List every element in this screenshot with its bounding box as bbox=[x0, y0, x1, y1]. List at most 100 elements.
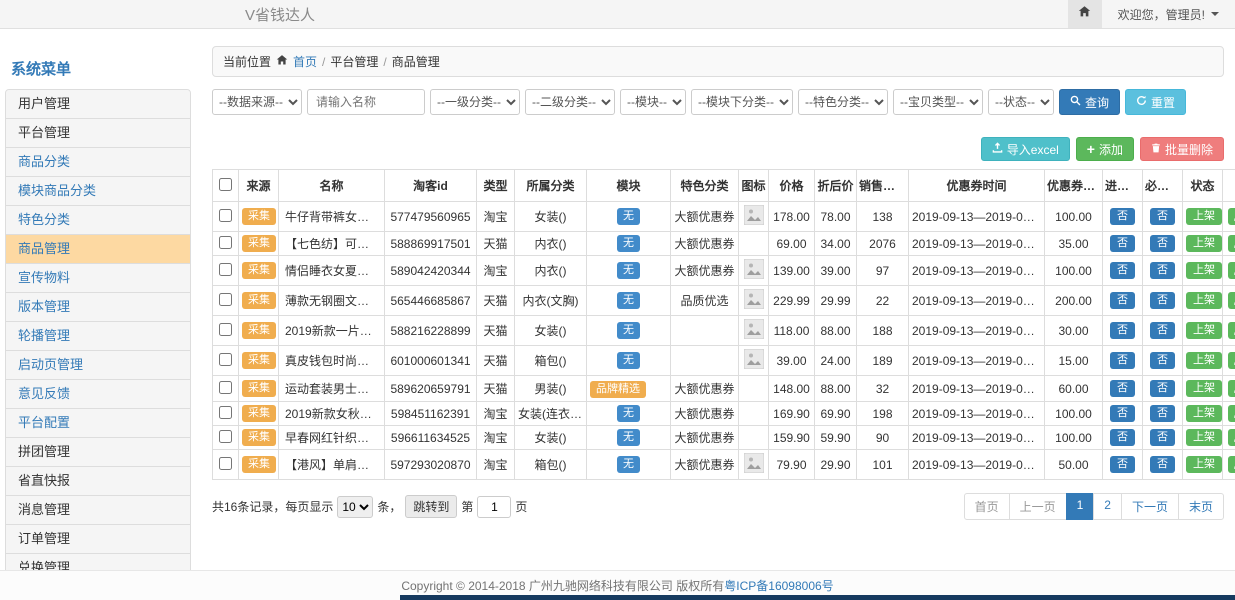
must-buy-toggle[interactable]: 否 bbox=[1150, 208, 1175, 225]
filter-select[interactable]: --宝贝类型-- bbox=[893, 89, 983, 115]
user-menu[interactable]: 欢迎您，管理员! bbox=[1102, 0, 1235, 28]
import-select-toggle[interactable]: 否 bbox=[1110, 352, 1135, 369]
edit-button[interactable] bbox=[1228, 208, 1235, 225]
must-buy-toggle[interactable]: 否 bbox=[1150, 429, 1175, 446]
sidebar-subitem-promo-materials[interactable]: 宣传物料 bbox=[6, 264, 190, 293]
name-search-input[interactable] bbox=[307, 89, 425, 115]
import-select-toggle[interactable]: 否 bbox=[1110, 235, 1135, 252]
must-buy-toggle[interactable]: 否 bbox=[1150, 235, 1175, 252]
page-first-button[interactable]: 首页 bbox=[964, 493, 1010, 520]
sidebar-item-group-buy-mgmt[interactable]: 拼团管理 bbox=[6, 438, 190, 467]
filter-select[interactable]: --一级分类-- bbox=[430, 89, 520, 115]
import-select-toggle[interactable]: 否 bbox=[1110, 208, 1135, 225]
sidebar-item-express-report[interactable]: 省直快报 bbox=[6, 467, 190, 496]
sidebar-item-platform-mgmt[interactable]: 平台管理 bbox=[6, 119, 190, 148]
sidebar-item-message-mgmt[interactable]: 消息管理 bbox=[6, 496, 190, 525]
batch-delete-button[interactable]: 批量删除 bbox=[1140, 137, 1224, 161]
must-buy-toggle[interactable]: 否 bbox=[1150, 262, 1175, 279]
status-button[interactable]: 上架 bbox=[1186, 322, 1222, 339]
sidebar-item-order-mgmt[interactable]: 订单管理 bbox=[6, 525, 190, 554]
edit-button[interactable] bbox=[1228, 352, 1235, 369]
icp-link[interactable]: 粤ICP备16098006号 bbox=[724, 577, 833, 594]
filter-select[interactable]: --状态-- bbox=[988, 89, 1054, 115]
search-button[interactable]: 查询 bbox=[1059, 89, 1120, 115]
sidebar-subitem-carousel-mgmt[interactable]: 轮播管理 bbox=[6, 322, 190, 351]
sidebar-subitem-goods-mgmt[interactable]: 商品管理 bbox=[6, 235, 190, 264]
row-checkbox[interactable] bbox=[219, 406, 232, 419]
row-checkbox[interactable] bbox=[219, 430, 232, 443]
row-checkbox[interactable] bbox=[219, 236, 232, 249]
must-buy-toggle[interactable]: 否 bbox=[1150, 322, 1175, 339]
status-button[interactable]: 上架 bbox=[1186, 235, 1222, 252]
page-1-button[interactable]: 1 bbox=[1066, 493, 1095, 520]
ops-cell bbox=[1223, 316, 1235, 346]
row-checkbox[interactable] bbox=[219, 323, 232, 336]
edit-button[interactable] bbox=[1228, 429, 1235, 446]
status-button[interactable]: 上架 bbox=[1186, 352, 1222, 369]
import-select-cell: 否 bbox=[1103, 426, 1143, 450]
edit-button[interactable] bbox=[1228, 292, 1235, 309]
must-buy-toggle[interactable]: 否 bbox=[1150, 456, 1175, 473]
sidebar-subitem-feature-category[interactable]: 特色分类 bbox=[6, 206, 190, 235]
status-button[interactable]: 上架 bbox=[1186, 456, 1222, 473]
page-size-select[interactable]: 10 bbox=[337, 496, 373, 518]
status-button[interactable]: 上架 bbox=[1186, 208, 1222, 225]
sidebar-subitem-platform-config[interactable]: 平台配置 bbox=[6, 409, 190, 438]
row-checkbox[interactable] bbox=[219, 457, 232, 470]
import-excel-button[interactable]: 导入excel bbox=[981, 137, 1070, 161]
sidebar-subitem-version-mgmt[interactable]: 版本管理 bbox=[6, 293, 190, 322]
edit-button[interactable] bbox=[1228, 235, 1235, 252]
row-checkbox[interactable] bbox=[219, 209, 232, 222]
add-button[interactable]: + 添加 bbox=[1076, 137, 1134, 161]
edit-button[interactable] bbox=[1228, 405, 1235, 422]
filter-select[interactable]: --特色分类-- bbox=[798, 89, 888, 115]
sidebar-item-exchange-mgmt[interactable]: 兑换管理 bbox=[6, 554, 190, 570]
page-2-button[interactable]: 2 bbox=[1093, 493, 1122, 520]
sidebar-subitem-goods-category[interactable]: 商品分类 bbox=[6, 148, 190, 177]
ops-cell bbox=[1223, 450, 1235, 480]
page-prev-button[interactable]: 上一页 bbox=[1009, 493, 1067, 520]
row-checkbox[interactable] bbox=[219, 353, 232, 366]
home-button[interactable] bbox=[1068, 0, 1102, 28]
must-buy-toggle[interactable]: 否 bbox=[1150, 352, 1175, 369]
import-select-toggle[interactable]: 否 bbox=[1110, 322, 1135, 339]
filter-select[interactable]: --模块下分类-- bbox=[691, 89, 793, 115]
status-button[interactable]: 上架 bbox=[1186, 405, 1222, 422]
edit-button[interactable] bbox=[1228, 380, 1235, 397]
reset-button[interactable]: 重置 bbox=[1125, 89, 1186, 115]
import-select-toggle[interactable]: 否 bbox=[1110, 380, 1135, 397]
import-select-toggle[interactable]: 否 bbox=[1110, 262, 1135, 279]
edit-button[interactable] bbox=[1228, 456, 1235, 473]
status-button[interactable]: 上架 bbox=[1186, 262, 1222, 279]
row-checkbox[interactable] bbox=[219, 263, 232, 276]
jump-page-input[interactable] bbox=[477, 496, 511, 518]
row-checkbox[interactable] bbox=[219, 293, 232, 306]
status-button[interactable]: 上架 bbox=[1186, 292, 1222, 309]
sidebar-subitem-module-goods-category[interactable]: 模块商品分类 bbox=[6, 177, 190, 206]
import-select-toggle[interactable]: 否 bbox=[1110, 456, 1135, 473]
page-next-button[interactable]: 下一页 bbox=[1121, 493, 1179, 520]
breadcrumb-home-link[interactable]: 首页 bbox=[293, 53, 317, 70]
import-select-toggle[interactable]: 否 bbox=[1110, 292, 1135, 309]
sidebar-item-user-mgmt[interactable]: 用户管理 bbox=[6, 90, 190, 119]
must-buy-toggle[interactable]: 否 bbox=[1150, 405, 1175, 422]
edit-button[interactable] bbox=[1228, 322, 1235, 339]
filter-select[interactable]: --二级分类-- bbox=[525, 89, 615, 115]
jump-button[interactable]: 跳转到 bbox=[405, 495, 457, 518]
status-button[interactable]: 上架 bbox=[1186, 380, 1222, 397]
row-checkbox[interactable] bbox=[219, 381, 232, 394]
status-button[interactable]: 上架 bbox=[1186, 429, 1222, 446]
page-last-button[interactable]: 末页 bbox=[1178, 493, 1224, 520]
sidebar-subitem-feedback[interactable]: 意见反馈 bbox=[6, 380, 190, 409]
import-select-toggle[interactable]: 否 bbox=[1110, 405, 1135, 422]
must-buy-toggle[interactable]: 否 bbox=[1150, 292, 1175, 309]
sidebar-subitem-splash-page-mgmt[interactable]: 启动页管理 bbox=[6, 351, 190, 380]
filter-select[interactable]: --模块-- bbox=[620, 89, 686, 115]
edit-button[interactable] bbox=[1228, 262, 1235, 279]
import-select-toggle[interactable]: 否 bbox=[1110, 429, 1135, 446]
discount-price: 59.90 bbox=[815, 426, 857, 450]
must-buy-toggle[interactable]: 否 bbox=[1150, 380, 1175, 397]
filter-select[interactable]: --数据来源-- bbox=[212, 89, 302, 115]
select-all-checkbox[interactable] bbox=[219, 178, 232, 191]
ops-cell bbox=[1223, 376, 1235, 402]
